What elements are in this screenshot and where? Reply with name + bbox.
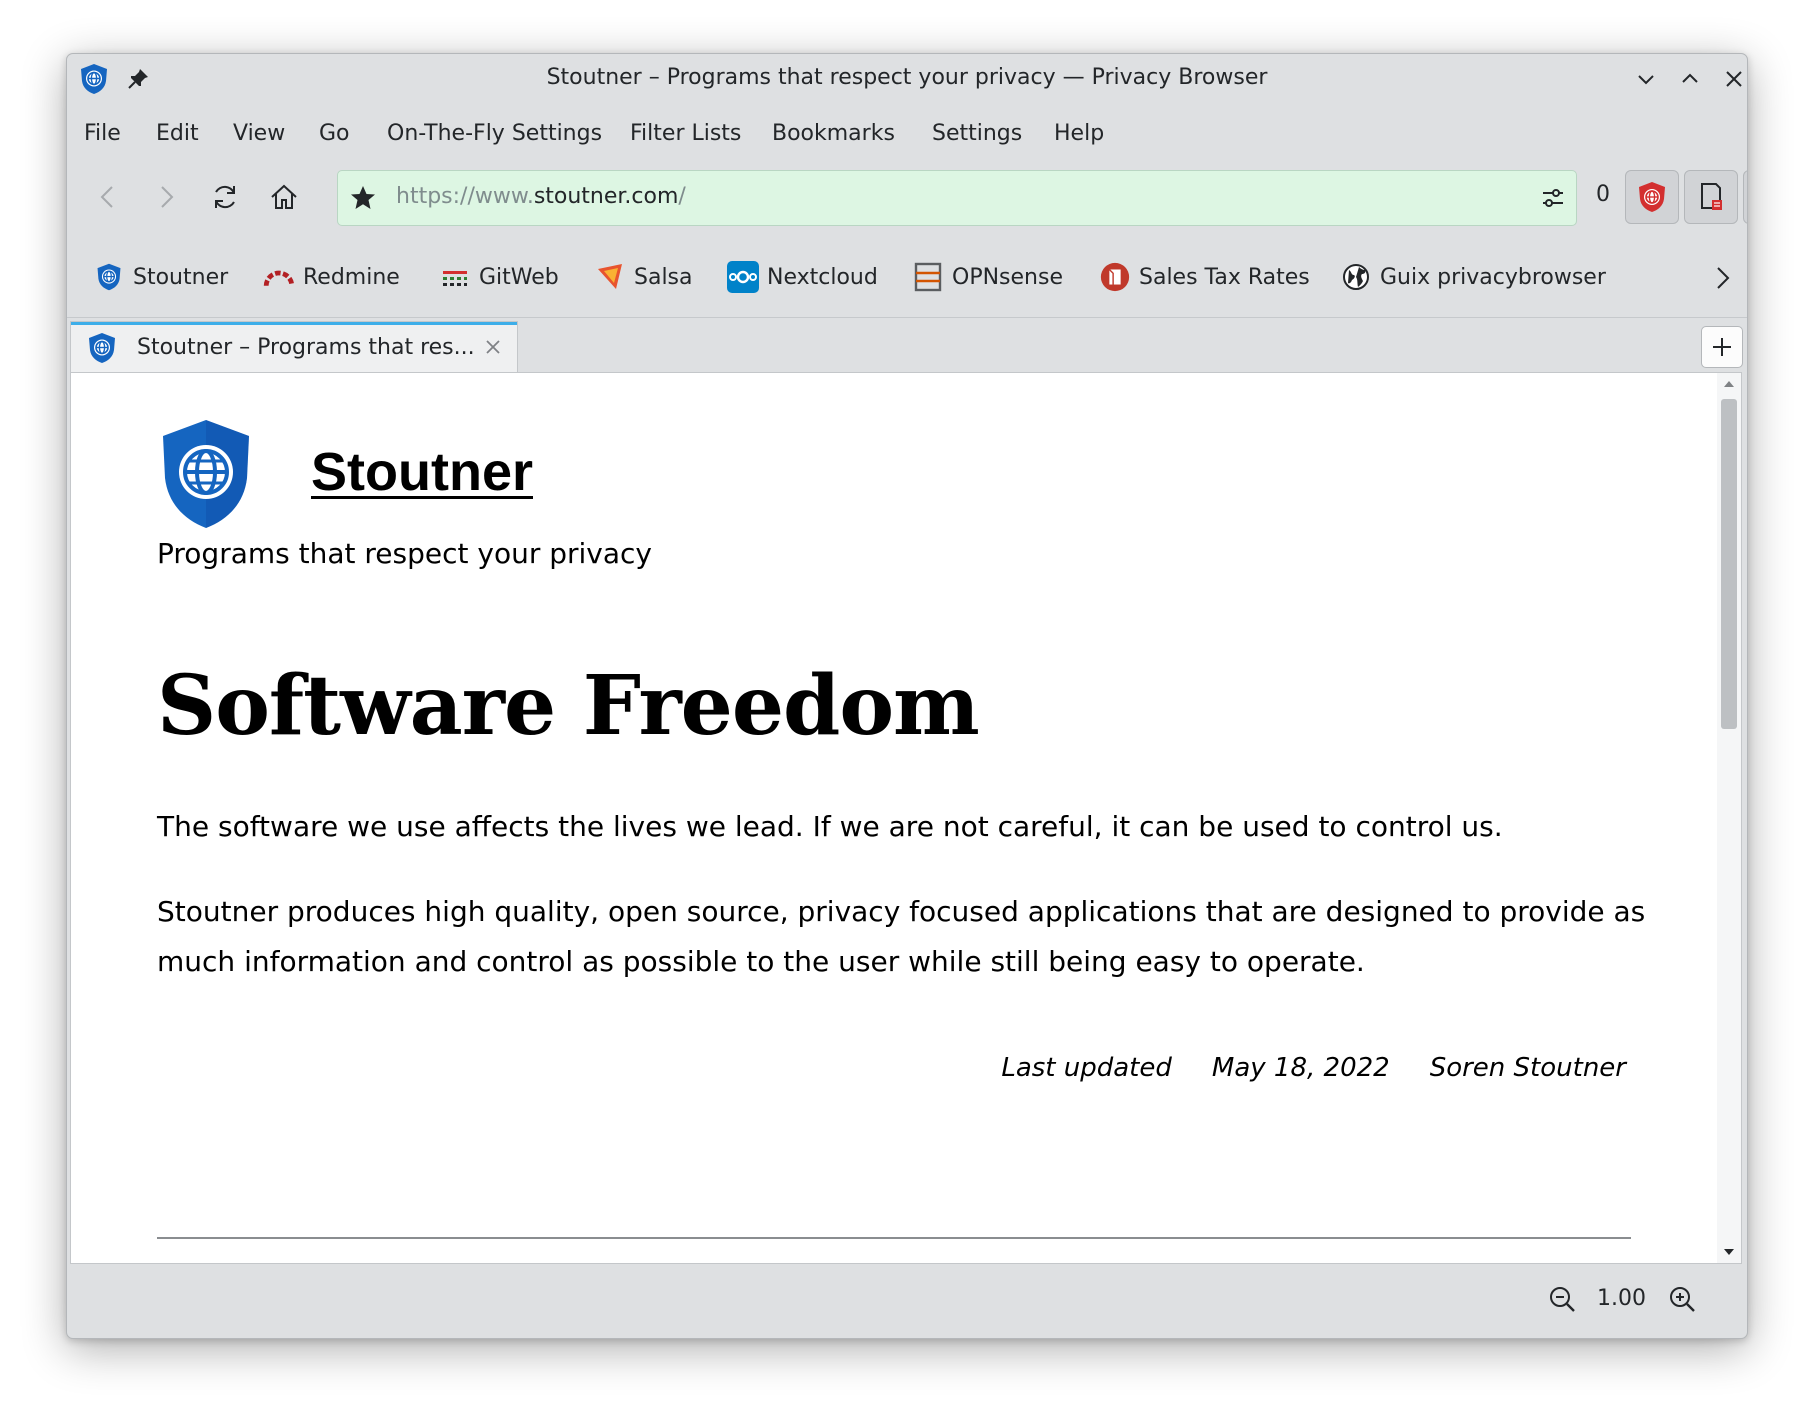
- chevron-right-icon[interactable]: [1707, 263, 1737, 293]
- plus-icon: [1713, 338, 1731, 356]
- forward-button[interactable]: [143, 174, 189, 220]
- author-name: Soren Stoutner: [1429, 1053, 1626, 1083]
- bookmark-redmine[interactable]: Redmine: [263, 259, 400, 295]
- bookmark-label: Salsa: [634, 264, 693, 290]
- last-updated-label: Last updated: [1001, 1053, 1172, 1083]
- scroll-down-arrow-icon[interactable]: [1723, 1247, 1735, 1257]
- home-button[interactable]: [261, 174, 307, 220]
- navigation-toolbar: https://www.stoutner.com/ 0: [67, 166, 1747, 228]
- tab-favicon-icon: [89, 333, 115, 363]
- bookmark-star-icon[interactable]: [348, 183, 378, 213]
- site-tagline: Programs that respect your privacy: [157, 537, 652, 570]
- bookmark-label: OPNsense: [952, 264, 1063, 290]
- minimize-button[interactable]: [1631, 64, 1661, 94]
- dom-storage-toggle-button[interactable]: [1743, 170, 1747, 224]
- description-paragraph: Stoutner produces high quality, open sou…: [157, 895, 1646, 978]
- local-storage-toggle-button[interactable]: [1684, 170, 1738, 224]
- bookmark-sales-tax-rates[interactable]: Sales Tax Rates: [1099, 259, 1310, 295]
- browser-window: Stoutner – Programs that respect your pr…: [66, 53, 1748, 1339]
- horizontal-rule: [157, 1237, 1631, 1239]
- sales-tax-icon: [1099, 261, 1131, 293]
- salsa-icon: [594, 261, 626, 293]
- url-scheme: https://www.: [396, 184, 534, 209]
- web-content[interactable]: Stoutner Programs that respect your priv…: [70, 372, 1742, 1264]
- gitweb-icon: [439, 261, 471, 293]
- site-name-link[interactable]: Stoutner: [311, 441, 533, 503]
- local-storage-icon: [1701, 183, 1722, 210]
- last-updated-info: Last updated May 18, 2022 Soren Stoutner: [1001, 1053, 1626, 1083]
- status-bar: 1.00: [67, 1270, 1747, 1330]
- close-tab-icon[interactable]: [483, 337, 503, 357]
- close-window-button[interactable]: [1719, 64, 1748, 94]
- url-bar[interactable]: https://www.stoutner.com/: [337, 170, 1577, 226]
- menu-bookmarks[interactable]: Bookmarks: [772, 112, 895, 156]
- new-tab-button[interactable]: [1701, 326, 1743, 368]
- page-heading: Software Freedom: [157, 658, 980, 754]
- opnsense-icon: [912, 261, 944, 293]
- menu-go[interactable]: Go: [319, 112, 350, 156]
- redmine-icon: [263, 261, 295, 293]
- stoutner-shield-icon: [93, 261, 125, 293]
- bookmark-opnsense[interactable]: OPNsense: [912, 259, 1063, 295]
- menu-help[interactable]: Help: [1054, 112, 1104, 156]
- forward-arrow-icon: [161, 186, 174, 208]
- bookmark-label: Sales Tax Rates: [1139, 264, 1310, 290]
- stoutner-logo-icon[interactable]: [159, 418, 253, 530]
- last-updated-date: May 18, 2022: [1211, 1053, 1390, 1083]
- vertical-scrollbar[interactable]: [1717, 373, 1741, 1263]
- bookmark-label: GitWeb: [479, 264, 559, 290]
- reload-icon: [215, 185, 235, 209]
- tab-stoutner[interactable]: Stoutner – Programs that res...: [70, 321, 518, 372]
- active-tab-indicator: [71, 322, 517, 325]
- menu-filter-lists[interactable]: Filter Lists: [630, 112, 741, 156]
- privacy-shield-red-icon: [1639, 182, 1665, 212]
- intro-paragraph: The software we use affects the lives we…: [157, 810, 1503, 843]
- bookmark-nextcloud[interactable]: Nextcloud: [727, 259, 878, 295]
- url-host: stoutner.com: [533, 184, 679, 209]
- bookmark-label: Stoutner: [133, 264, 229, 290]
- javascript-toggle-button[interactable]: [1625, 170, 1679, 224]
- home-icon: [271, 184, 297, 209]
- bookmarks-toolbar: Stoutner Redmine GitWeb Salsa Nextcloud …: [67, 249, 1747, 305]
- zoom-level[interactable]: 1.00: [1597, 1286, 1646, 1311]
- bookmark-guix-privacybrowser[interactable]: Guix privacybrowser: [1340, 259, 1606, 295]
- nextcloud-icon: [727, 261, 759, 293]
- title-bar: Stoutner – Programs that respect your pr…: [67, 54, 1747, 104]
- menu-bar: File Edit View Go On-The-Fly Settings Fi…: [67, 112, 1747, 156]
- zoom-in-icon[interactable]: [1667, 1284, 1697, 1314]
- bookmark-label: Nextcloud: [767, 264, 878, 290]
- bookmark-label: Guix privacybrowser: [1380, 264, 1606, 290]
- bookmark-salsa[interactable]: Salsa: [594, 259, 693, 295]
- menu-settings[interactable]: Settings: [932, 112, 1022, 156]
- maximize-button[interactable]: [1675, 64, 1705, 94]
- bookmark-label: Redmine: [303, 264, 400, 290]
- menu-view[interactable]: View: [233, 112, 285, 156]
- tab-label: Stoutner – Programs that res...: [137, 335, 475, 360]
- zoom-out-icon[interactable]: [1547, 1284, 1577, 1314]
- back-arrow-icon: [100, 186, 113, 208]
- blocked-request-counter: 0: [1596, 182, 1610, 207]
- menu-edit[interactable]: Edit: [156, 112, 199, 156]
- reload-button[interactable]: [202, 174, 248, 220]
- bookmark-stoutner[interactable]: Stoutner: [93, 259, 228, 295]
- url-path: /: [678, 184, 686, 209]
- menu-file[interactable]: File: [84, 112, 121, 156]
- url-text[interactable]: https://www.stoutner.com/: [396, 184, 686, 209]
- globe-icon: [1340, 261, 1372, 293]
- window-title: Stoutner – Programs that respect your pr…: [546, 65, 1268, 90]
- tab-bar: Stoutner – Programs that res...: [67, 318, 1747, 372]
- bookmark-gitweb[interactable]: GitWeb: [439, 259, 559, 295]
- scroll-up-arrow-icon[interactable]: [1723, 379, 1735, 389]
- scrollbar-thumb[interactable]: [1721, 399, 1737, 729]
- back-button[interactable]: [85, 174, 131, 220]
- url-settings-icon[interactable]: [1538, 183, 1568, 213]
- menu-on-the-fly-settings[interactable]: On-The-Fly Settings: [387, 112, 602, 156]
